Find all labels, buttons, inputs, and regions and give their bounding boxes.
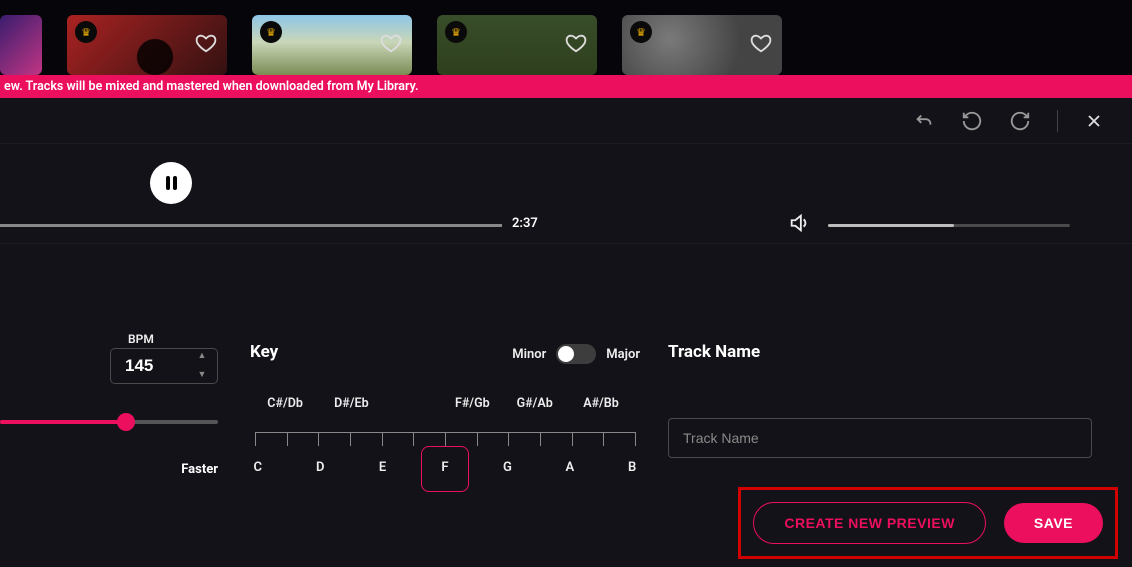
bpm-block: BPM ▲ ▼ [110,332,218,384]
heart-icon[interactable] [565,32,587,58]
key-sharp[interactable]: A#/Bb [583,396,619,411]
bpm-slider-thumb[interactable] [117,413,135,431]
bpm-faster-label: Faster [0,462,218,477]
crown-icon: ♛ [630,21,652,43]
tonality-toggle-group: Minor Major [512,344,640,364]
tonality-toggle[interactable] [556,344,596,364]
trackname-block: Track Name [668,342,1092,458]
pause-button[interactable] [150,162,192,204]
trackname-input[interactable] [668,418,1092,458]
history-back-icon[interactable] [913,110,935,132]
key-sharp[interactable]: G#/Ab [517,396,553,411]
key-note[interactable]: B [628,460,636,475]
bpm-step-up-icon[interactable]: ▲ [193,352,211,361]
editor-panel: 2:37 BPM ▲ ▼ Fa [0,98,1132,567]
key-scale: C#/Db D#/Eb F#/Gb G#/Ab A#/Bb [250,396,640,486]
divider [1057,110,1058,132]
key-sharp[interactable]: D#/Eb [334,396,368,411]
undo-icon[interactable] [961,110,983,132]
trackname-heading: Track Name [668,342,1092,362]
crown-icon: ♛ [75,21,97,43]
playlist-card[interactable]: ♛ [67,15,227,75]
player-bar: 2:37 [0,144,1132,244]
key-note[interactable]: D [316,460,324,475]
bpm-step-down-icon[interactable]: ▼ [193,371,211,380]
major-label: Major [606,347,640,362]
playlist-cards-row: ♛ ♛ ♛ ♛ [0,0,1132,75]
key-axis [255,432,635,433]
close-icon[interactable] [1084,111,1104,131]
heart-icon[interactable] [380,32,402,58]
heart-icon[interactable] [750,32,772,58]
key-note[interactable]: C [254,460,263,475]
playlist-card[interactable]: ♛ [252,15,412,75]
notice-banner: ew. Tracks will be mixed and mastered wh… [0,75,1132,98]
bpm-slider-fill [0,420,126,424]
volume-track[interactable] [828,224,1070,227]
key-sharp[interactable]: C#/Db [267,396,303,411]
save-button[interactable]: SAVE [1004,503,1103,543]
create-preview-button[interactable]: CREATE NEW PREVIEW [753,502,986,544]
progress-track[interactable] [0,224,502,227]
volume-control [788,212,1070,238]
time-display: 2:37 [512,216,538,231]
editor-topbar [0,98,1132,144]
volume-icon[interactable] [788,212,810,238]
controls-area: BPM ▲ ▼ Faster Key Minor [0,244,1132,567]
key-block: Key Minor Major C#/Db D#/Eb F#/Gb G#/Ab … [250,342,640,486]
bpm-slider[interactable]: Faster [0,420,218,477]
bpm-input-wrap: ▲ ▼ [110,348,218,384]
playlist-card[interactable]: ♛ [622,15,782,75]
volume-fill [828,224,954,227]
progress-fill [0,224,502,227]
playlist-card[interactable]: ♛ [437,15,597,75]
key-note[interactable]: G [503,460,512,475]
key-note[interactable]: E [379,460,386,475]
minor-label: Minor [512,347,546,362]
heart-icon[interactable] [195,32,217,58]
key-note[interactable]: A [565,460,574,475]
crown-icon: ♛ [445,21,467,43]
playlist-card[interactable] [0,15,42,75]
key-sharp[interactable]: F#/Gb [455,396,490,411]
actions-group: CREATE NEW PREVIEW SAVE [738,487,1118,559]
bpm-label: BPM [128,332,218,346]
key-note[interactable]: F [441,460,448,475]
banner-text: ew. Tracks will be mixed and mastered wh… [4,79,419,94]
redo-icon[interactable] [1009,110,1031,132]
crown-icon: ♛ [260,21,282,43]
pause-icon [166,176,177,190]
toggle-knob [558,346,574,362]
